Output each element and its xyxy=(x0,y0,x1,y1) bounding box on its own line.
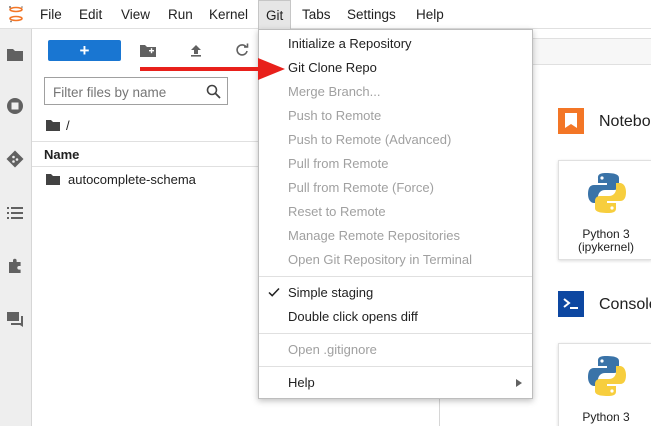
search-icon xyxy=(206,84,221,99)
column-name-header[interactable]: Name xyxy=(44,147,79,162)
toc-icon[interactable] xyxy=(4,202,26,224)
menu-item-open-git-repo-terminal: Open Git Repository in Terminal xyxy=(259,248,532,272)
menu-edit[interactable]: Edit xyxy=(72,0,109,29)
menu-item-open-gitignore: Open .gitignore xyxy=(259,338,532,362)
filter-files-box xyxy=(44,77,228,105)
running-icon[interactable] xyxy=(4,95,26,117)
kernel-name-label: Python 3 xyxy=(582,410,630,424)
menu-item-git-clone-repo[interactable]: Git Clone Repo xyxy=(259,56,532,80)
menu-item-push-to-remote-advanced: Push to Remote (Advanced) xyxy=(259,128,532,152)
menu-separator xyxy=(259,333,532,334)
menu-item-reset-to-remote: Reset to Remote xyxy=(259,200,532,224)
submenu-arrow-icon xyxy=(516,379,522,387)
folder-icon xyxy=(46,174,60,185)
menu-item-pull-from-remote: Pull from Remote xyxy=(259,152,532,176)
menu-tabs[interactable]: Tabs xyxy=(295,0,338,29)
git-menu-dropdown: Initialize a Repository Git Clone Repo M… xyxy=(258,29,533,399)
breadcrumb: / xyxy=(46,117,70,133)
menu-file[interactable]: File xyxy=(33,0,69,29)
menu-item-label: Merge Branch... xyxy=(288,84,381,99)
menu-item-label: Help xyxy=(288,375,315,390)
python-logo-icon xyxy=(588,356,626,396)
new-launcher-label: + xyxy=(79,41,90,60)
menu-item-label: Pull from Remote xyxy=(288,156,389,171)
chat-icon[interactable] xyxy=(4,308,26,330)
menu-item-initialize-repository[interactable]: Initialize a Repository xyxy=(259,32,532,56)
menu-item-label: Reset to Remote xyxy=(288,204,386,219)
menu-item-push-to-remote: Push to Remote xyxy=(259,104,532,128)
notebook-kernel-card[interactable]: Python 3 (ipykernel) xyxy=(558,160,651,260)
menu-item-label: Push to Remote (Advanced) xyxy=(288,132,452,147)
console-section-title: Console xyxy=(599,296,651,313)
checkmark-icon xyxy=(268,287,280,297)
menu-item-label: Initialize a Repository xyxy=(288,36,412,51)
filter-files-input[interactable] xyxy=(53,82,198,102)
notebook-section-title: Notebook xyxy=(599,113,651,130)
kernel-sub-label: (ipykernel) xyxy=(577,240,634,254)
python-logo-icon xyxy=(588,173,626,213)
menu-view[interactable]: View xyxy=(114,0,157,29)
menu-separator xyxy=(259,276,532,277)
menu-bar: File Edit View Run Kernel Git Tabs Setti… xyxy=(0,0,651,29)
menu-help[interactable]: Help xyxy=(409,0,451,29)
menu-item-manage-remote-repositories: Manage Remote Repositories xyxy=(259,224,532,248)
menu-item-simple-staging[interactable]: Simple staging xyxy=(259,281,532,305)
menu-item-label: Pull from Remote (Force) xyxy=(288,180,434,195)
breadcrumb-folder-icon[interactable] xyxy=(46,119,60,131)
menu-item-help[interactable]: Help xyxy=(259,371,532,395)
extension-icon[interactable] xyxy=(4,255,26,277)
breadcrumb-root[interactable]: / xyxy=(66,118,70,133)
console-section-icon xyxy=(556,289,586,319)
menu-item-label: Simple staging xyxy=(288,285,374,300)
jupyter-logo-icon xyxy=(9,6,23,23)
activity-bar xyxy=(0,29,32,426)
menu-item-pull-from-remote-force: Pull from Remote (Force) xyxy=(259,176,532,200)
console-kernel-card[interactable]: Python 3 xyxy=(558,343,651,426)
menu-item-label: Push to Remote xyxy=(288,108,382,123)
menu-item-label: Open .gitignore xyxy=(288,342,377,357)
file-name: autocomplete-schema xyxy=(68,172,196,187)
annotation-arrow-icon xyxy=(140,58,285,80)
git-icon[interactable] xyxy=(4,148,26,170)
menu-item-label: Double click opens diff xyxy=(288,309,418,324)
menu-item-label: Git Clone Repo xyxy=(288,60,377,75)
menu-settings[interactable]: Settings xyxy=(340,0,403,29)
folder-icon[interactable] xyxy=(4,43,26,65)
menu-separator xyxy=(259,366,532,367)
menu-run[interactable]: Run xyxy=(161,0,200,29)
menu-kernel[interactable]: Kernel xyxy=(202,0,255,29)
menu-git[interactable]: Git xyxy=(258,0,292,29)
menu-item-merge-branch: Merge Branch... xyxy=(259,80,532,104)
new-launcher-button[interactable]: + xyxy=(48,40,121,61)
notebook-section-icon xyxy=(556,106,586,136)
menu-item-label: Open Git Repository in Terminal xyxy=(288,252,473,267)
menu-item-double-click-opens-diff[interactable]: Double click opens diff xyxy=(259,305,532,329)
menu-item-label: Manage Remote Repositories xyxy=(288,228,460,243)
